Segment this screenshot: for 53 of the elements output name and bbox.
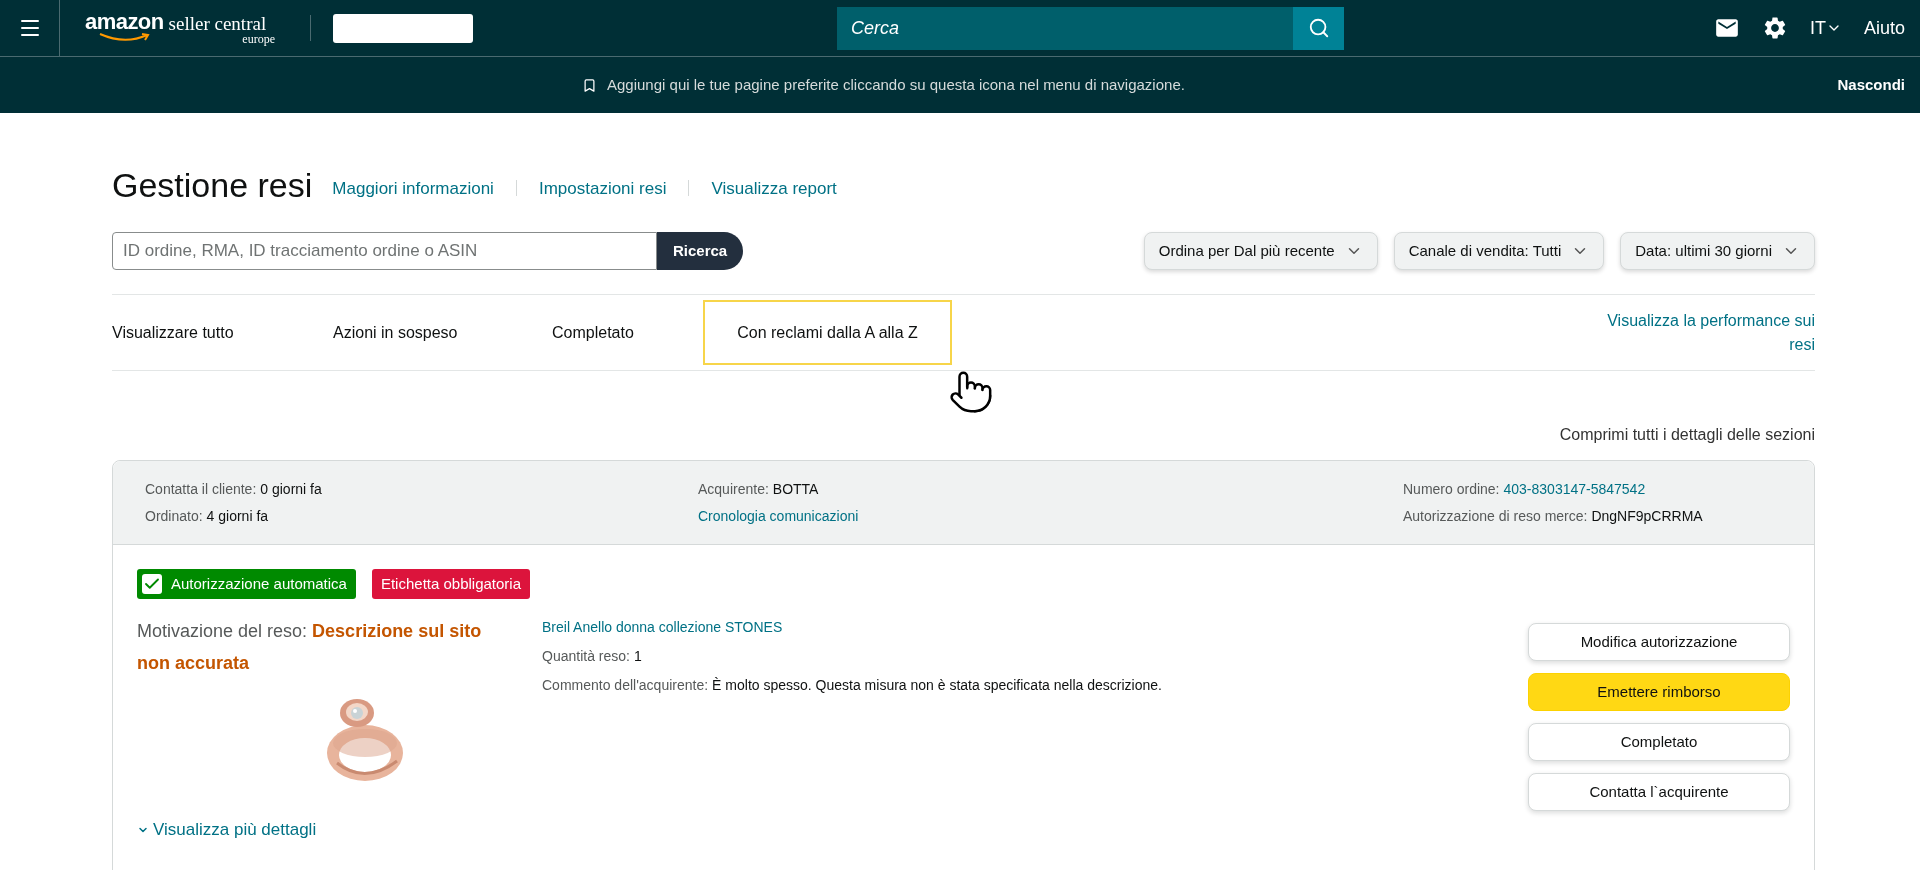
field-label: Acquirente:: [698, 479, 769, 499]
banner-message: Aggiungi qui le tue pagine preferite cliccando su questa icona nel menu di navigazione.: [607, 74, 1185, 95]
field-label: Autorizzazione di reso merce:: [1403, 506, 1588, 526]
header-link[interactable]: Impostazioni resi: [538, 175, 667, 201]
hide-link[interactable]: Nascondi: [1837, 73, 1905, 97]
detail-label: Quantità reso:: [542, 647, 630, 666]
header-link[interactable]: Visualizza report: [711, 175, 837, 201]
hand-pointer-icon: [948, 369, 994, 415]
more-details-link[interactable]: Visualizza più dettagli: [137, 817, 1527, 843]
check-icon: [142, 574, 162, 594]
tab[interactable]: Azioni in sospeso: [333, 294, 552, 371]
field-label: Ordinato:: [145, 506, 203, 526]
field-value: 0 giorni fa: [260, 479, 322, 499]
logo-brand: amazon: [85, 11, 164, 33]
language-selector[interactable]: IT: [1809, 14, 1842, 42]
action-button[interactable]: Contatta l`acquirente: [1528, 773, 1790, 811]
header-link[interactable]: Maggiori informazioni: [332, 175, 494, 201]
detail-label: Commento dell'acquirente:: [542, 676, 709, 695]
tab[interactable]: Completato: [552, 294, 703, 371]
page-title: Gestione resi: [112, 165, 313, 205]
logo-product: seller central: [168, 14, 267, 33]
field-link[interactable]: Cronologia comunicazioni: [698, 505, 859, 527]
action-button[interactable]: Emettere rimborso: [1528, 673, 1790, 711]
field-label: Numero ordine:: [1403, 479, 1500, 499]
detail-value: 1: [633, 647, 642, 666]
tab[interactable]: Visualizzare tutto: [112, 294, 333, 371]
filter-dropdown[interactable]: Ordina per Dal più recente: [1143, 232, 1378, 270]
search-button[interactable]: Ricerca: [657, 232, 744, 270]
collapse-link[interactable]: Comprimi tutti i dettagli delle sezioni: [1559, 423, 1815, 447]
help-link[interactable]: Aiuto: [1863, 14, 1905, 42]
action-button[interactable]: Completato: [1528, 723, 1790, 761]
field-value: 4 giorni fa: [206, 506, 269, 526]
search-icon: [1307, 17, 1330, 39]
field-link[interactable]: 403-8303147-5847542: [1503, 478, 1646, 500]
filter-dropdown[interactable]: Canale di vendita: Tutti: [1393, 232, 1605, 270]
filter-dropdown[interactable]: Data: ultimi 30 giorni: [1620, 232, 1815, 270]
performance-link[interactable]: Visualizza la performance sui resi: [1585, 308, 1815, 357]
account-field[interactable]: [333, 13, 473, 43]
field-value: DngNF9pCRRMA: [1591, 506, 1703, 526]
logo-region: europe: [242, 33, 275, 45]
field-value: BOTTA: [772, 479, 819, 499]
status-badge: Autorizzazione automatica: [137, 569, 356, 599]
action-button[interactable]: Modifica autorizzazione: [1528, 623, 1790, 661]
status-badge: Etichetta obbligatoria: [371, 569, 531, 599]
smile-icon: [99, 33, 151, 42]
search-button[interactable]: [1293, 6, 1344, 50]
product-link[interactable]: Breil Anello donna collezione STONES: [542, 617, 1162, 638]
search-field[interactable]: ID ordine, RMA, ID tracciamento ordine o ASIN: [112, 232, 657, 270]
detail-value: È molto spesso. Questa misura non è stata specificata nella descrizione.: [712, 676, 1162, 695]
search-field[interactable]: Cerca: [837, 6, 1293, 50]
bookmark-icon: [582, 77, 597, 93]
return-reason: Motivazione del reso: Descrizione sul sito non accurata: [137, 620, 483, 675]
field-label: Contatta il cliente:: [145, 479, 257, 499]
